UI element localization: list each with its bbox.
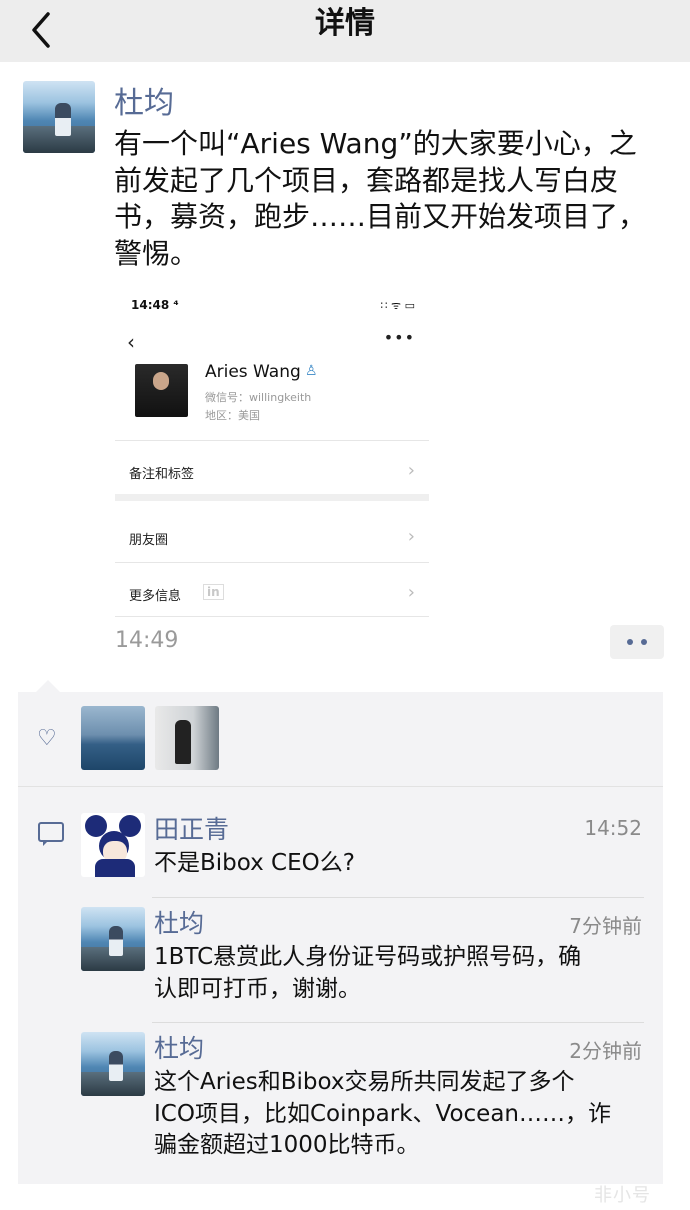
like-avatar[interactable] xyxy=(155,706,219,770)
comment-line: 骗金额超过1000比特币。 xyxy=(154,1132,420,1158)
comment-time: 7分钟前 xyxy=(569,914,642,938)
heart-icon: ♡ xyxy=(37,726,57,751)
comment-line: ICO项目，比如Coinpark、Vocean……，诈 xyxy=(154,1100,612,1127)
comment-time: 14:52 xyxy=(584,816,642,840)
profile-avatar xyxy=(135,364,188,417)
chevron-right-icon: › xyxy=(407,526,415,547)
chevron-right-icon: › xyxy=(407,460,415,481)
post-time: 14:49 xyxy=(115,628,179,653)
more-dots-icon xyxy=(627,639,633,645)
profile-row: 朋友圈 › xyxy=(115,518,429,558)
post-text-line: 前发起了几个项目，套路都是找人写白皮 xyxy=(114,163,619,197)
comment-icon xyxy=(38,822,64,846)
status-icons: ∷ ᯤ ▭ xyxy=(380,299,415,312)
user-icon: ♙ xyxy=(305,363,318,379)
comment-line: 不是Bibox CEO么? xyxy=(154,850,355,876)
more-icon: ••• xyxy=(383,328,415,347)
post-author[interactable]: 杜均 xyxy=(114,78,174,122)
comment-line: 这个Aries和Bibox交易所共同发起了多个 xyxy=(154,1069,575,1095)
row-label: 更多信息 xyxy=(129,589,182,604)
profile-row: 更多信息 in › xyxy=(115,574,429,614)
comment-text: 1BTC悬赏此人身份证号码或护照号码，确 认即可打币，谢谢。 xyxy=(154,942,581,1005)
post-text-line: 书，募资，跑步……目前又开始发项目了， xyxy=(114,200,647,233)
commenter-name[interactable]: 杜均 xyxy=(154,1029,204,1065)
nav-bar: 详情 xyxy=(0,0,690,62)
wechat-id: 微信号：willingkeith xyxy=(205,391,312,404)
post-image[interactable]: 14:48 ⁴ ∷ ᯤ ▭ ‹ ••• Aries Wang ♙ 微信号：wil… xyxy=(115,290,429,620)
row-label: 备注和标签 xyxy=(129,467,195,482)
post-text-line: 有一个叫“Aries Wang”的大家要小心，之 xyxy=(114,127,637,160)
commenter-avatar[interactable] xyxy=(81,1032,145,1096)
profile-name: Aries Wang xyxy=(205,362,301,382)
linkedin-icon: in xyxy=(203,584,224,600)
chevron-right-icon: › xyxy=(407,582,415,603)
commenter-avatar[interactable] xyxy=(81,907,145,971)
comment-line: 1BTC悬赏此人身份证号码或护照号码，确 xyxy=(154,944,582,970)
post-text: 有一个叫“Aries Wang”的大家要小心，之 前发起了几个项目，套路都是找人… xyxy=(114,126,666,272)
post-text-line: 警惕。 xyxy=(114,236,199,270)
watermark: 非小号 xyxy=(594,1185,651,1206)
region: 地区：美国 xyxy=(205,409,260,422)
status-time: 14:48 ⁴ xyxy=(131,298,179,312)
more-button[interactable] xyxy=(610,625,664,659)
profile-row: 备注和标签 › xyxy=(115,452,429,492)
like-avatar[interactable] xyxy=(81,706,145,770)
commenter-name[interactable]: 杜均 xyxy=(154,904,204,940)
row-label: 朋友圈 xyxy=(129,533,169,548)
comment-text: 这个Aries和Bibox交易所共同发起了多个 ICO项目，比如Coinpark… xyxy=(154,1067,611,1162)
comment-line: 认即可打币，谢谢。 xyxy=(154,975,361,1002)
commenter-avatar[interactable] xyxy=(81,813,145,877)
commenter-name[interactable]: 田正青 xyxy=(154,810,229,846)
page-title: 详情 xyxy=(315,6,375,41)
author-avatar[interactable] xyxy=(23,81,95,153)
comment-time: 2分钟前 xyxy=(569,1039,642,1063)
chevron-left-icon: ‹ xyxy=(127,330,135,354)
comment-text: 不是Bibox CEO么? xyxy=(154,848,355,880)
